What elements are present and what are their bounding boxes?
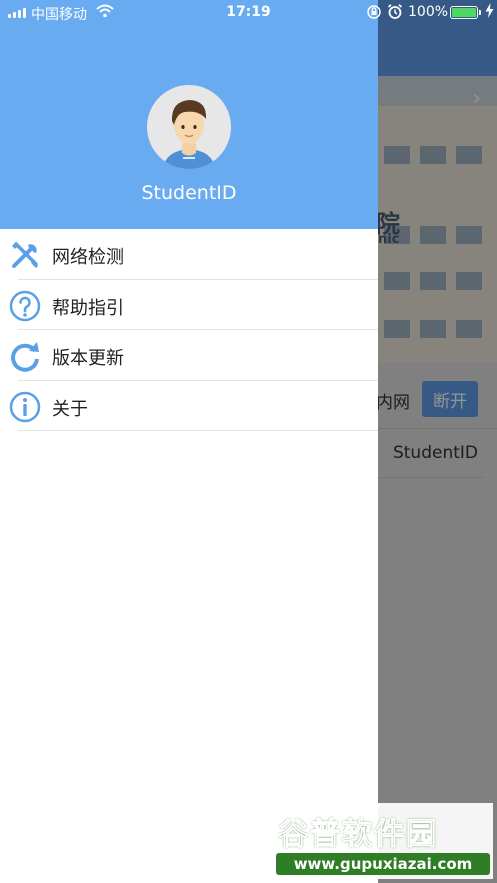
status-bar: 中国移动 17:19 100% <box>0 0 497 24</box>
menu-item-version-update[interactable]: 版本更新 <box>0 330 378 381</box>
menu-item-label: 关于 <box>52 398 88 420</box>
menu-item-label: 帮助指引 <box>52 297 124 319</box>
watermark-url: www.gupuxiazai.com <box>276 853 490 875</box>
battery-tip <box>479 10 481 15</box>
user-name: StudentID <box>141 182 237 204</box>
watermark-title: 谷普软件园 <box>278 817 438 853</box>
help-icon <box>9 290 41 322</box>
refresh-icon <box>9 340 41 372</box>
menu-item-about[interactable]: 关于 <box>0 381 378 431</box>
alarm-icon <box>387 3 403 24</box>
info-icon <box>9 391 41 423</box>
drawer-menu: 网络检测 帮助指引 版本更新 关于 <box>0 229 378 431</box>
menu-item-network-check[interactable]: 网络检测 <box>0 229 378 280</box>
drawer-header: StudentID <box>0 0 378 229</box>
charging-icon <box>485 3 494 22</box>
divider <box>18 430 378 431</box>
side-drawer: StudentID 网络检测 帮助指引 版本更新 关于 <box>0 0 378 883</box>
battery-percentage: 100% <box>408 4 449 20</box>
orientation-lock-icon <box>366 4 382 24</box>
user-avatar-icon <box>163 100 215 169</box>
tools-icon <box>9 239 41 271</box>
menu-item-label: 网络检测 <box>52 247 124 268</box>
site-watermark: 谷普软件园 www.gupuxiazai.com <box>272 803 493 879</box>
avatar[interactable] <box>147 85 231 169</box>
battery-icon <box>450 6 478 19</box>
menu-item-label: 版本更新 <box>52 348 124 369</box>
menu-item-help-guide[interactable]: 帮助指引 <box>0 280 378 330</box>
